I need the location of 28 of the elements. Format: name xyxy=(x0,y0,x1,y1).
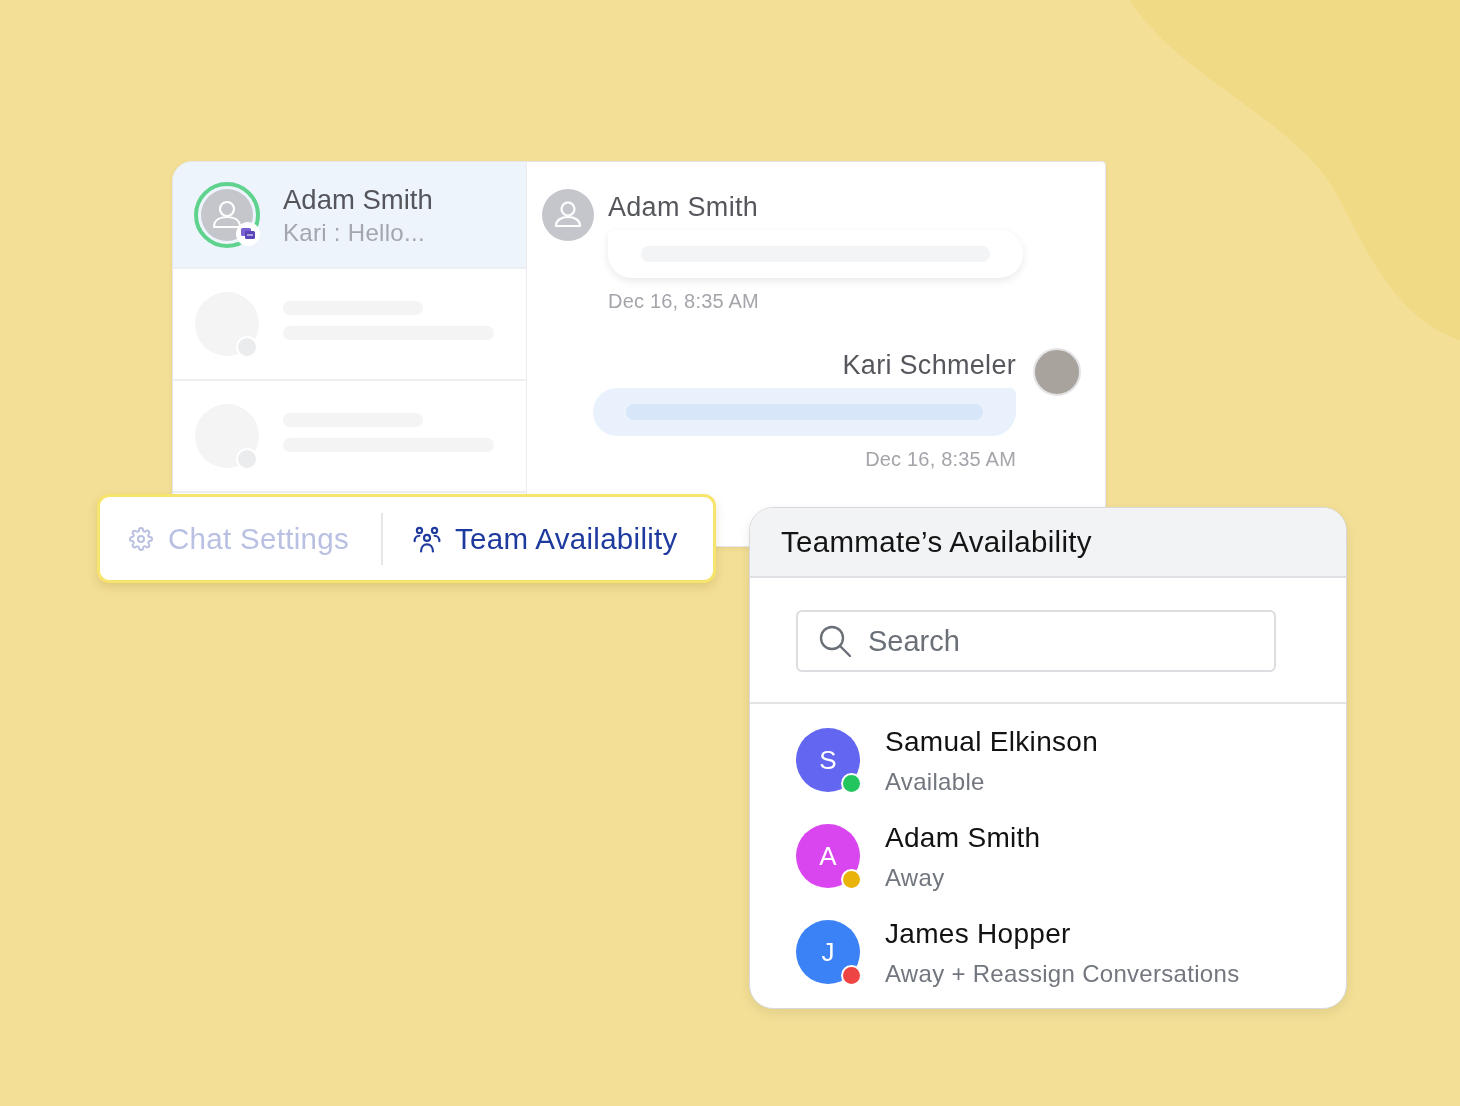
teammate-name: James Hopper xyxy=(885,920,1072,948)
conversation-item[interactable]: Adam Smith Kari : Hello... xyxy=(173,162,526,269)
people-icon xyxy=(413,524,441,553)
conversation-item[interactable] xyxy=(173,381,526,493)
message-time: Dec 16, 8:35 AM xyxy=(608,290,760,312)
message-time: Dec 16, 8:35 AM xyxy=(865,448,1016,470)
initial-avatar: S xyxy=(796,728,860,792)
search-field[interactable]: Search xyxy=(796,610,1276,672)
avatar-photo-placeholder xyxy=(1033,348,1081,396)
availability-status: Away xyxy=(885,865,946,891)
sender-name: Kari Schmeler xyxy=(842,350,1016,380)
sender-name: Adam Smith xyxy=(608,192,760,222)
tab[interactable]: Team Availability xyxy=(413,515,678,562)
message-preview: Kari : Hello... xyxy=(283,217,426,248)
availability-status: Away + Reassign Conversations xyxy=(885,961,1240,987)
contact-name: Adam Smith xyxy=(283,182,433,216)
settings-icon xyxy=(128,525,154,552)
teammate-item[interactable]: S Samual Elkinson Available xyxy=(796,728,1346,792)
user-avatar-icon xyxy=(542,189,594,241)
availability-status: Available xyxy=(885,769,986,795)
teammate-name: Samual Elkinson xyxy=(885,728,1099,756)
initial-avatar: J xyxy=(796,920,860,984)
conversation-item[interactable] xyxy=(173,269,526,381)
chat-bubbles-icon xyxy=(236,221,260,246)
search-icon xyxy=(819,625,851,657)
panel-title: Teammate’s Availability xyxy=(781,525,1092,559)
initial-avatar: A xyxy=(796,824,860,888)
teammate-name: Adam Smith xyxy=(885,824,1041,852)
